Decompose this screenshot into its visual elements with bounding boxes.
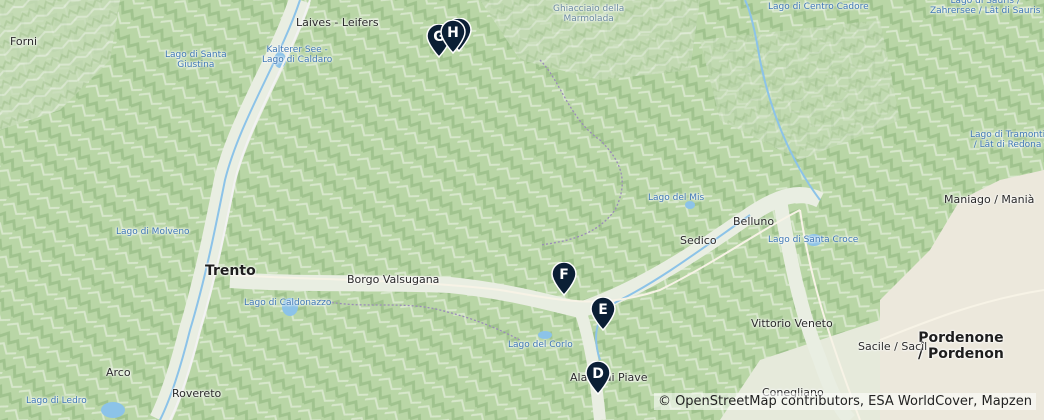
map-marker-label: E <box>598 302 608 318</box>
map-marker-d[interactable]: D <box>585 361 611 395</box>
map-label-rovereto: Rovereto <box>172 387 222 400</box>
map-terrain <box>0 0 1044 420</box>
map-marker-f[interactable]: F <box>551 262 577 296</box>
map-canvas[interactable]: Laives - Leifers Lago di Santa Giustina … <box>0 0 1044 420</box>
map-label-lago-santa-croce: Lago di Santa Croce <box>768 235 859 245</box>
map-label-lago-tramonti: Lago di Tramonti / Lât di Redona <box>970 130 1044 151</box>
map-label-lago-centro-cadore: Lago di Centro Cadore <box>768 2 869 12</box>
map-label-arco: Arco <box>106 366 131 379</box>
map-label-kalterer-see: Kalterer See - Lago di Caldaro <box>262 45 333 66</box>
map-label-vittorio-veneto: Vittorio Veneto <box>751 317 833 330</box>
map-attribution[interactable]: © OpenStreetMap contributors, ESA WorldC… <box>653 393 1036 410</box>
map-label-lago-sauris: Lago di Sauris / Zahrersee / Lât di Saur… <box>930 0 1041 17</box>
map-label-lago-corlo: Lago del Corlo <box>508 340 573 350</box>
map-label-marmolada: Ghiacciaio della Marmolada <box>553 4 625 25</box>
map-marker-label: D <box>592 366 604 382</box>
map-label-lago-santa-giustina: Lago di Santa Giustina <box>165 50 227 71</box>
map-label-lago-molveno: Lago di Molveno <box>116 227 190 237</box>
map-label-lago-caldonazzo: Lago di Caldonazzo <box>244 298 332 308</box>
map-label-lago-ledro: Lago di Ledro <box>26 396 87 406</box>
map-label-forni: Forni <box>10 35 38 48</box>
map-label-trento: Trento <box>205 263 256 279</box>
map-label-borgo-valsugana: Borgo Valsugana <box>347 273 440 286</box>
map-marker-label: F <box>559 267 569 283</box>
map-label-sedico: Sedico <box>680 234 717 247</box>
map-label-belluno: Belluno <box>733 215 775 228</box>
map-label-maniago: Maniago / Manià <box>944 193 1035 206</box>
map-marker-e[interactable]: E <box>590 297 616 331</box>
map-label-pordenone: Pordenone / Pordenon <box>918 330 1004 363</box>
map-label-lago-mis: Lago del Mis <box>648 193 705 203</box>
map-label-sacile: Sacile / Sacîl <box>858 340 928 353</box>
map-marker-h-front[interactable]: H <box>440 20 466 54</box>
map-label-laives: Laives - Leifers <box>296 16 379 29</box>
map-marker-label: H <box>447 25 459 41</box>
